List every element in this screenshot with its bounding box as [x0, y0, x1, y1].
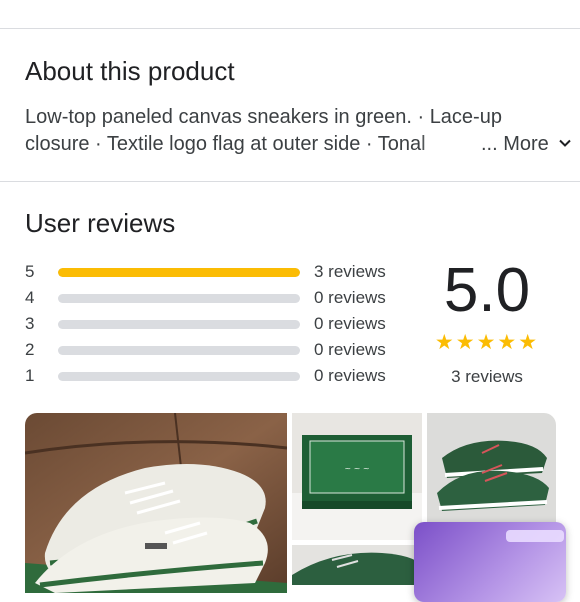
rating-review-count: 0 reviews [314, 340, 386, 359]
svg-text:~ ~ ~: ~ ~ ~ [344, 464, 369, 473]
star-rating-icon: ★★★★★ [434, 331, 540, 354]
rating-row-5[interactable]: 5 3 reviews [25, 259, 395, 285]
section-divider [0, 181, 580, 182]
more-button[interactable]: More [503, 133, 572, 155]
description-line-2: closure · Textile logo flag at outer sid… [25, 133, 426, 155]
overlay-chip [506, 530, 564, 542]
rating-review-count: 0 reviews [314, 366, 386, 385]
rating-bar [58, 294, 300, 303]
rating-review-count: 0 reviews [314, 288, 386, 307]
rating-star-count: 4 [25, 288, 35, 307]
rating-star-count: 3 [25, 314, 35, 333]
rating-row-3[interactable]: 3 0 reviews [25, 311, 395, 337]
user-reviews-title: User reviews [25, 208, 176, 238]
rating-row-2[interactable]: 2 0 reviews [25, 337, 395, 363]
rating-star-count: 1 [25, 366, 35, 385]
rating-star-count: 2 [25, 340, 35, 359]
rating-bar [58, 268, 300, 277]
more-container: ... More [481, 131, 572, 158]
rating-star-count: 5 [25, 262, 35, 281]
rating-bar [58, 372, 300, 381]
product-description: Low-top paneled canvas sneakers in green… [25, 104, 572, 160]
about-title: About this product [25, 56, 235, 86]
rating-review-count: 0 reviews [314, 314, 386, 333]
rating-row-1[interactable]: 1 0 reviews [25, 363, 395, 389]
rating-review-count: 3 reviews [314, 262, 386, 281]
average-rating: 5.0 [443, 256, 531, 325]
review-photo-green-sneakers[interactable] [427, 413, 556, 540]
chevron-down-icon [558, 131, 572, 158]
rating-bar [58, 320, 300, 329]
more-label: More [503, 133, 549, 155]
review-photo-green-sneaker-closeup[interactable] [292, 545, 422, 585]
ellipsis-text: ... [481, 133, 498, 155]
top-divider [0, 28, 580, 29]
total-reviews-link[interactable]: 3 reviews [432, 366, 542, 388]
description-fade [418, 131, 473, 158]
rating-bar-fill [58, 268, 300, 277]
description-line-1: Low-top paneled canvas sneakers in green… [25, 106, 502, 128]
rating-bar [58, 346, 300, 355]
review-photo-shoe-box[interactable]: ~ ~ ~ [292, 413, 422, 540]
rating-row-4[interactable]: 4 0 reviews [25, 285, 395, 311]
review-photo-white-sneakers[interactable] [25, 413, 287, 593]
